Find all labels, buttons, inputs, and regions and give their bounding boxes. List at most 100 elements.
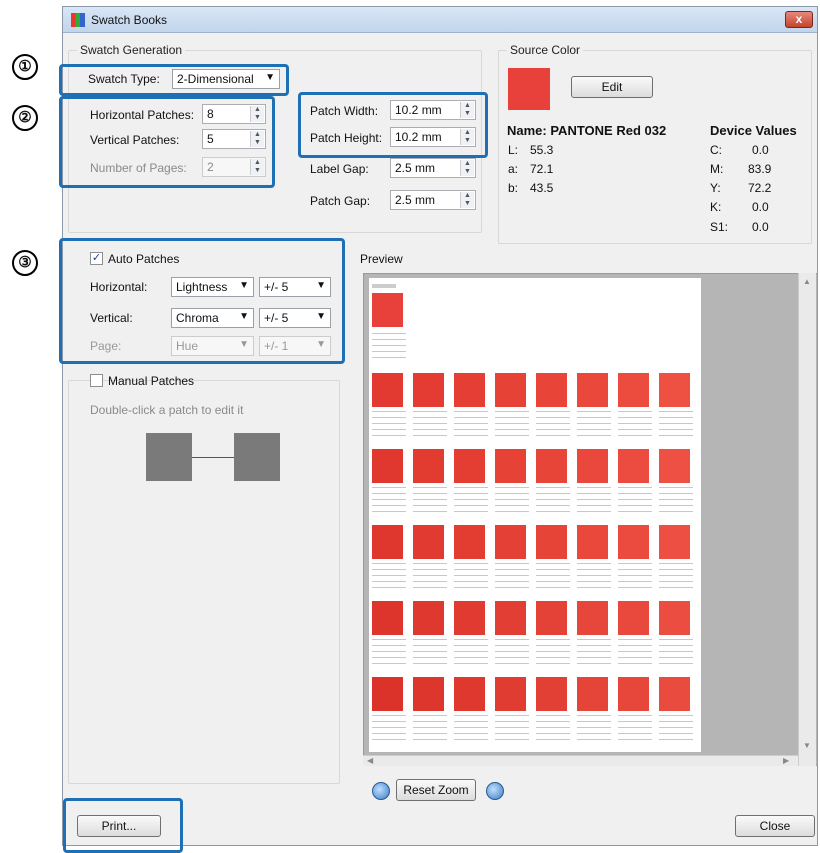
preview-patch[interactable] <box>495 601 526 635</box>
window-close-button[interactable]: x <box>785 11 813 28</box>
zoom-out-icon[interactable] <box>372 782 390 800</box>
preview-patch-values <box>577 485 611 515</box>
preview-patch[interactable] <box>659 373 690 407</box>
preview-patch[interactable] <box>413 373 444 407</box>
close-button[interactable]: Close <box>735 815 815 837</box>
auto-vertical-step-select[interactable]: +/- 5 ▼ <box>259 308 331 328</box>
preview-patch-values <box>536 713 570 743</box>
chevron-down-icon: ▼ <box>316 311 326 322</box>
label-gap-field[interactable]: 2.5 mm ▲ ▼ <box>390 158 476 178</box>
preview-patch-values <box>413 561 447 591</box>
preview-patch[interactable] <box>495 677 526 711</box>
auto-patches-label: Auto Patches <box>108 252 180 266</box>
preview-patch[interactable] <box>577 525 608 559</box>
preview-patch[interactable] <box>454 449 485 483</box>
callout-1: ① <box>12 54 38 80</box>
preview-patch[interactable] <box>495 373 526 407</box>
device-y-key: Y: <box>710 181 721 195</box>
manual-patches-checkbox[interactable] <box>90 374 103 387</box>
preview-patch[interactable] <box>454 677 485 711</box>
preview-patch[interactable] <box>372 601 403 635</box>
preview-patch[interactable] <box>659 449 690 483</box>
preview-patch[interactable] <box>495 449 526 483</box>
preview-patch[interactable] <box>618 525 649 559</box>
window-title: Swatch Books <box>91 13 168 27</box>
auto-page-label: Page: <box>90 339 122 353</box>
preview-patch-values <box>659 561 693 591</box>
preview-patch[interactable] <box>659 677 690 711</box>
preview-patch[interactable] <box>659 525 690 559</box>
preview-patch[interactable] <box>659 601 690 635</box>
manual-patches-hint: Double-click a patch to edit it <box>90 403 244 417</box>
preview-patch[interactable] <box>577 601 608 635</box>
preview-patch[interactable] <box>577 449 608 483</box>
preview-patch-values <box>536 409 570 439</box>
preview-patch-values <box>454 409 488 439</box>
auto-horizontal-step-select[interactable]: +/- 5 ▼ <box>259 277 331 297</box>
preview-patch[interactable] <box>536 601 567 635</box>
preview-patch-values <box>536 485 570 515</box>
preview-patch[interactable] <box>454 525 485 559</box>
auto-vertical-attribute-select[interactable]: Chroma ▼ <box>171 308 254 328</box>
preview-patch[interactable] <box>454 373 485 407</box>
title-bar: Swatch Books x <box>63 7 817 33</box>
manual-patch-right[interactable] <box>234 433 280 481</box>
preview-patch[interactable] <box>454 601 485 635</box>
preview-patch-values <box>454 713 488 743</box>
horizontal-scrollbar[interactable]: ◀ ▶ <box>363 755 798 766</box>
preview-patch[interactable] <box>413 601 444 635</box>
preview-patch[interactable] <box>618 449 649 483</box>
chevron-down-icon: ▼ <box>316 280 326 291</box>
preview-patch[interactable] <box>413 677 444 711</box>
preview-patch[interactable] <box>413 525 444 559</box>
preview-patch[interactable] <box>536 373 567 407</box>
auto-vertical-step-value: +/- 5 <box>264 311 289 325</box>
scroll-right-icon[interactable]: ▶ <box>783 756 789 765</box>
preview-patch[interactable] <box>372 677 403 711</box>
preview-patch-values <box>372 561 406 591</box>
preview-patch-values <box>618 485 652 515</box>
scroll-left-icon[interactable]: ◀ <box>367 756 373 765</box>
vertical-scrollbar[interactable]: ▲ ▼ <box>798 273 816 766</box>
source-color-name: Name: PANTONE Red 032 <box>507 123 667 138</box>
preview-patch-values <box>495 409 529 439</box>
auto-page-attribute-value: Hue <box>176 339 199 353</box>
preview-patch[interactable] <box>372 449 403 483</box>
zoom-in-icon[interactable] <box>486 782 504 800</box>
spinner-icon[interactable]: ▲ ▼ <box>460 160 474 176</box>
preview-patch-values <box>372 713 406 743</box>
preview-patch[interactable] <box>372 373 403 407</box>
source-patch-label <box>372 284 396 288</box>
preview-patch[interactable] <box>618 601 649 635</box>
preview-patch[interactable] <box>372 525 403 559</box>
preview-patch-values <box>577 409 611 439</box>
callout-box-swatch-type <box>59 64 289 96</box>
auto-patches-checkbox[interactable]: ✓ <box>90 252 103 265</box>
preview-patch[interactable] <box>536 525 567 559</box>
spinner-icon[interactable]: ▲ ▼ <box>460 192 474 208</box>
source-color-swatch[interactable] <box>508 68 550 110</box>
manual-patch-left[interactable] <box>146 433 192 481</box>
preview-patch[interactable] <box>536 677 567 711</box>
edit-button[interactable]: Edit <box>571 76 653 98</box>
preview-patch[interactable] <box>413 449 444 483</box>
preview-patch-values <box>454 561 488 591</box>
preview-patch[interactable] <box>618 373 649 407</box>
preview-patch-values <box>413 409 447 439</box>
preview-patch-values <box>454 637 488 667</box>
preview-patch-values <box>454 485 488 515</box>
auto-page-step-value: +/- 1 <box>264 339 289 353</box>
preview-patch[interactable] <box>577 677 608 711</box>
scroll-down-icon[interactable]: ▼ <box>803 741 811 750</box>
scroll-up-icon[interactable]: ▲ <box>803 277 811 286</box>
preview-patch[interactable] <box>495 525 526 559</box>
callout-2: ② <box>12 105 38 131</box>
reset-zoom-button[interactable]: Reset Zoom <box>396 779 476 801</box>
patch-gap-field[interactable]: 2.5 mm ▲ ▼ <box>390 190 476 210</box>
preview-patch[interactable] <box>577 373 608 407</box>
auto-horizontal-attribute-select[interactable]: Lightness ▼ <box>171 277 254 297</box>
device-k-value: 0.0 <box>752 200 769 214</box>
print-button[interactable]: Print... <box>77 815 161 837</box>
preview-patch[interactable] <box>536 449 567 483</box>
preview-patch[interactable] <box>618 677 649 711</box>
